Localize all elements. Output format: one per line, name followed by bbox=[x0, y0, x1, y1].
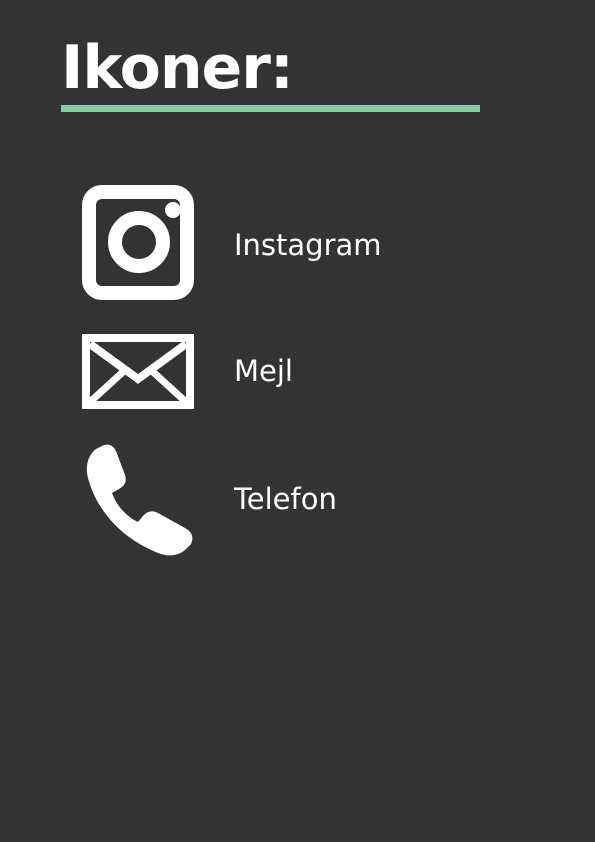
title-underline bbox=[61, 105, 480, 112]
icon-label: Instagram bbox=[234, 228, 382, 262]
icon-label: Telefon bbox=[234, 482, 337, 516]
page-title: Ikoner: bbox=[61, 33, 294, 103]
page: Ikoner: Instagram Mejl Telefon bbox=[0, 0, 595, 842]
instagram-icon bbox=[82, 185, 194, 300]
icon-label: Mejl bbox=[234, 354, 293, 388]
mail-icon bbox=[82, 334, 194, 409]
phone-icon bbox=[82, 442, 194, 557]
